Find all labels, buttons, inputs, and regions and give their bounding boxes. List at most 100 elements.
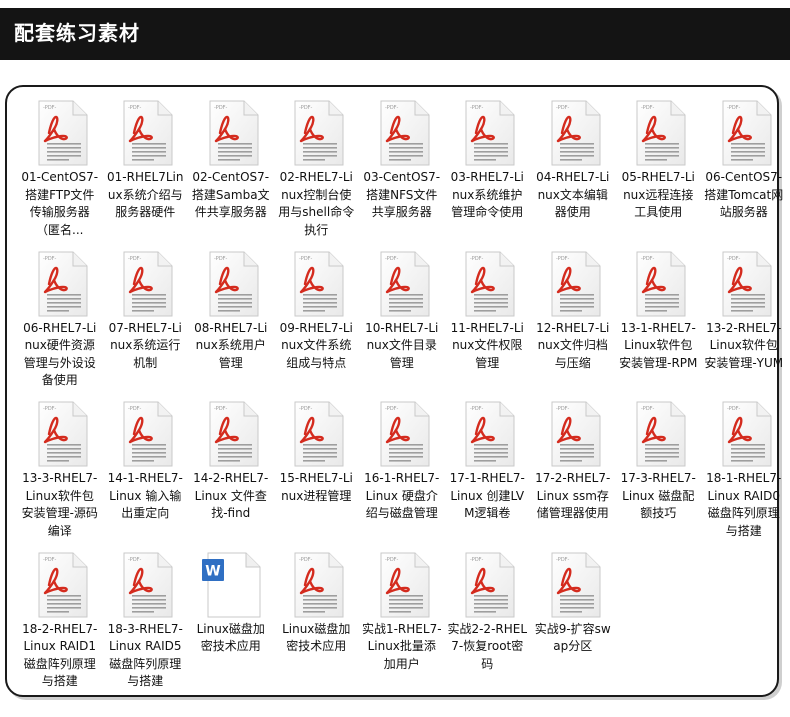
pdf-file-icon: -PDF-	[625, 250, 691, 318]
file-item[interactable]: -PDF- 13-3-RHEL7-Linux软件包安装管理-源码编译	[17, 398, 103, 549]
pdf-file-icon: -PDF-	[454, 250, 520, 318]
file-name-label: 16-1-RHEL7-Linux 硬盘介绍与磁盘管理	[364, 471, 440, 520]
file-name-label: 04-RHEL7-Linux文本编辑器使用	[536, 170, 610, 219]
file-item[interactable]: -PDF- 02-RHEL7-Linux控制台使用与shell命令执行	[274, 97, 360, 248]
file-item[interactable]: -PDF- 03-RHEL7-Linux系统维护管理命令使用	[445, 97, 531, 248]
pdf-file-icon: -PDF-	[454, 99, 520, 167]
file-item[interactable]: -PDF- 09-RHEL7-Linux文件系统组成与特点	[274, 248, 360, 399]
pdf-file-icon: -PDF-	[283, 99, 349, 167]
file-item[interactable]: -PDF- 14-1-RHEL7-Linux 输入输出重定向	[103, 398, 189, 549]
page-title: 配套练习素材	[14, 21, 140, 45]
file-item[interactable]: -PDF- 18-3-RHEL7-Linux RAID5磁盘阵列原理与搭建	[103, 549, 189, 700]
svg-text:-PDF-: -PDF-	[727, 256, 741, 262]
svg-text:-PDF-: -PDF-	[641, 105, 655, 111]
svg-text:-PDF-: -PDF-	[299, 557, 313, 563]
file-item[interactable]: -PDF- 01-CentOS7-搭建FTP文件传输服务器（匿名...	[17, 97, 103, 248]
svg-text:W: W	[205, 563, 220, 579]
svg-text:-PDF-: -PDF-	[470, 105, 484, 111]
pdf-file-icon: -PDF-	[540, 551, 606, 619]
svg-text:-PDF-: -PDF-	[556, 406, 570, 412]
svg-text:-PDF-: -PDF-	[299, 406, 313, 412]
file-item[interactable]: -PDF- 04-RHEL7-Linux文本编辑器使用	[530, 97, 616, 248]
file-item[interactable]: -PDF- 03-CentOS7-搭建NFS文件共享服务器	[359, 97, 445, 248]
pdf-file-icon: -PDF-	[369, 99, 435, 167]
file-name-label: Linux磁盘加密技术应用	[282, 621, 351, 654]
file-name-label: 01-CentOS7-搭建FTP文件传输服务器（匿名...	[21, 170, 99, 237]
pdf-file-icon: -PDF-	[112, 551, 178, 619]
file-name-label: 实战2-2-RHEL7-恢复root密码	[447, 621, 528, 671]
file-name-label: 14-2-RHEL7-Linux 文件查找-find	[193, 471, 269, 520]
file-item[interactable]: -PDF- 18-1-RHEL7-Linux RAID0磁盘阵列原理与搭建	[701, 398, 787, 549]
file-item[interactable]: -PDF- 实战1-RHEL7-Linux批量添加用户	[359, 549, 445, 700]
pdf-file-icon: -PDF-	[369, 250, 435, 318]
file-item[interactable]: -PDF- 08-RHEL7-Linux系统用户管理	[188, 248, 274, 399]
pdf-file-icon: -PDF-	[112, 400, 178, 468]
svg-text:-PDF-: -PDF-	[128, 105, 142, 111]
file-item[interactable]: -PDF- 06-RHEL7-Linux硬件资源管理与外设设备使用	[17, 248, 103, 399]
svg-text:-PDF-: -PDF-	[128, 557, 142, 563]
svg-text:-PDF-: -PDF-	[470, 557, 484, 563]
file-name-label: 14-1-RHEL7-Linux 输入输出重定向	[107, 471, 183, 520]
file-name-label: 17-3-RHEL7-Linux 磁盘配额技巧	[620, 471, 696, 520]
file-name-label: 08-RHEL7-Linux系统用户管理	[194, 320, 268, 370]
file-name-label: 01-RHEL7Linux系统介绍与服务器硬件	[107, 170, 184, 219]
file-name-label: 13-3-RHEL7-Linux软件包安装管理-源码编译	[21, 471, 98, 538]
pdf-file-icon: -PDF-	[540, 250, 606, 318]
svg-text:-PDF-: -PDF-	[385, 557, 399, 563]
file-item[interactable]: -PDF- 实战9-扩容swap分区	[530, 549, 616, 700]
file-item[interactable]: -PDF- 06-CentOS7-搭建Tomcat网站服务器	[701, 97, 787, 248]
file-item[interactable]: -PDF- 实战2-2-RHEL7-恢复root密码	[445, 549, 531, 700]
file-item[interactable]: -PDF- 10-RHEL7-Linux文件目录管理	[359, 248, 445, 399]
svg-text:-PDF-: -PDF-	[556, 256, 570, 262]
file-item[interactable]: -PDF- 17-2-RHEL7-Linux ssm存储管理器使用	[530, 398, 616, 549]
file-item[interactable]: -PDF- 05-RHEL7-Linux远程连接工具使用	[616, 97, 702, 248]
svg-text:-PDF-: -PDF-	[214, 406, 228, 412]
svg-text:-PDF-: -PDF-	[299, 256, 313, 262]
pdf-file-icon: -PDF-	[283, 400, 349, 468]
pdf-file-icon: -PDF-	[283, 250, 349, 318]
file-name-label: 13-2-RHEL7-Linux软件包安装管理-YUM	[704, 320, 784, 370]
file-item[interactable]: -PDF- 15-RHEL7-Linux进程管理	[274, 398, 360, 549]
file-item[interactable]: -PDF- 13-2-RHEL7-Linux软件包安装管理-YUM	[701, 248, 787, 399]
svg-text:-PDF-: -PDF-	[214, 256, 228, 262]
pdf-file-icon: -PDF-	[369, 551, 435, 619]
file-item[interactable]: -PDF- 13-1-RHEL7-Linux软件包安装管理-RPM	[616, 248, 702, 399]
page-header: 配套练习素材	[0, 8, 790, 60]
file-name-label: 02-CentOS7-搭建Samba文件共享服务器	[191, 170, 270, 219]
file-item[interactable]: -PDF- 11-RHEL7-Linux文件权限管理	[445, 248, 531, 399]
file-item[interactable]: -PDF- 17-3-RHEL7-Linux 磁盘配额技巧	[616, 398, 702, 549]
pdf-file-icon: -PDF-	[112, 99, 178, 167]
file-item[interactable]: -PDF- 07-RHEL7-Linux系统运行机制	[103, 248, 189, 399]
svg-text:-PDF-: -PDF-	[128, 406, 142, 412]
pdf-file-icon: -PDF-	[27, 99, 93, 167]
svg-text:-PDF-: -PDF-	[641, 406, 655, 412]
svg-text:-PDF-: -PDF-	[727, 105, 741, 111]
file-name-label: 09-RHEL7-Linux文件系统组成与特点	[279, 320, 353, 370]
pdf-file-icon: -PDF-	[112, 250, 178, 318]
svg-text:-PDF-: -PDF-	[43, 557, 57, 563]
pdf-file-icon: -PDF-	[540, 400, 606, 468]
file-item[interactable]: W Linux磁盘加密技术应用	[188, 549, 274, 700]
file-item[interactable]: -PDF- 14-2-RHEL7-Linux 文件查找-find	[188, 398, 274, 549]
file-item[interactable]: -PDF- 18-2-RHEL7-Linux RAID1磁盘阵列原理与搭建	[17, 549, 103, 700]
pdf-file-icon: -PDF-	[625, 99, 691, 167]
pdf-file-icon: -PDF-	[369, 400, 435, 468]
file-item[interactable]: -PDF- 02-CentOS7-搭建Samba文件共享服务器	[188, 97, 274, 248]
pdf-file-icon: -PDF-	[27, 551, 93, 619]
file-item[interactable]: -PDF- 17-1-RHEL7-Linux 创建LVM逻辑卷	[445, 398, 531, 549]
file-item[interactable]: -PDF- Linux磁盘加密技术应用	[274, 549, 360, 700]
file-item[interactable]: -PDF- 12-RHEL7-Linux文件归档与压缩	[530, 248, 616, 399]
svg-text:-PDF-: -PDF-	[43, 256, 57, 262]
pdf-file-icon: -PDF-	[27, 250, 93, 318]
file-name-label: Linux磁盘加密技术应用	[196, 621, 265, 654]
svg-text:-PDF-: -PDF-	[214, 105, 228, 111]
svg-text:-PDF-: -PDF-	[556, 557, 570, 563]
file-name-label: 15-RHEL7-Linux进程管理	[279, 471, 353, 503]
file-item[interactable]: -PDF- 01-RHEL7Linux系统介绍与服务器硬件	[103, 97, 189, 248]
svg-text:-PDF-: -PDF-	[470, 406, 484, 412]
svg-text:-PDF-: -PDF-	[385, 105, 399, 111]
file-name-label: 18-1-RHEL7-Linux RAID0磁盘阵列原理与搭建	[706, 471, 782, 538]
file-item[interactable]: -PDF- 16-1-RHEL7-Linux 硬盘介绍与磁盘管理	[359, 398, 445, 549]
file-name-label: 12-RHEL7-Linux文件归档与压缩	[536, 320, 610, 370]
file-name-label: 13-1-RHEL7-Linux软件包安装管理-RPM	[619, 320, 698, 370]
